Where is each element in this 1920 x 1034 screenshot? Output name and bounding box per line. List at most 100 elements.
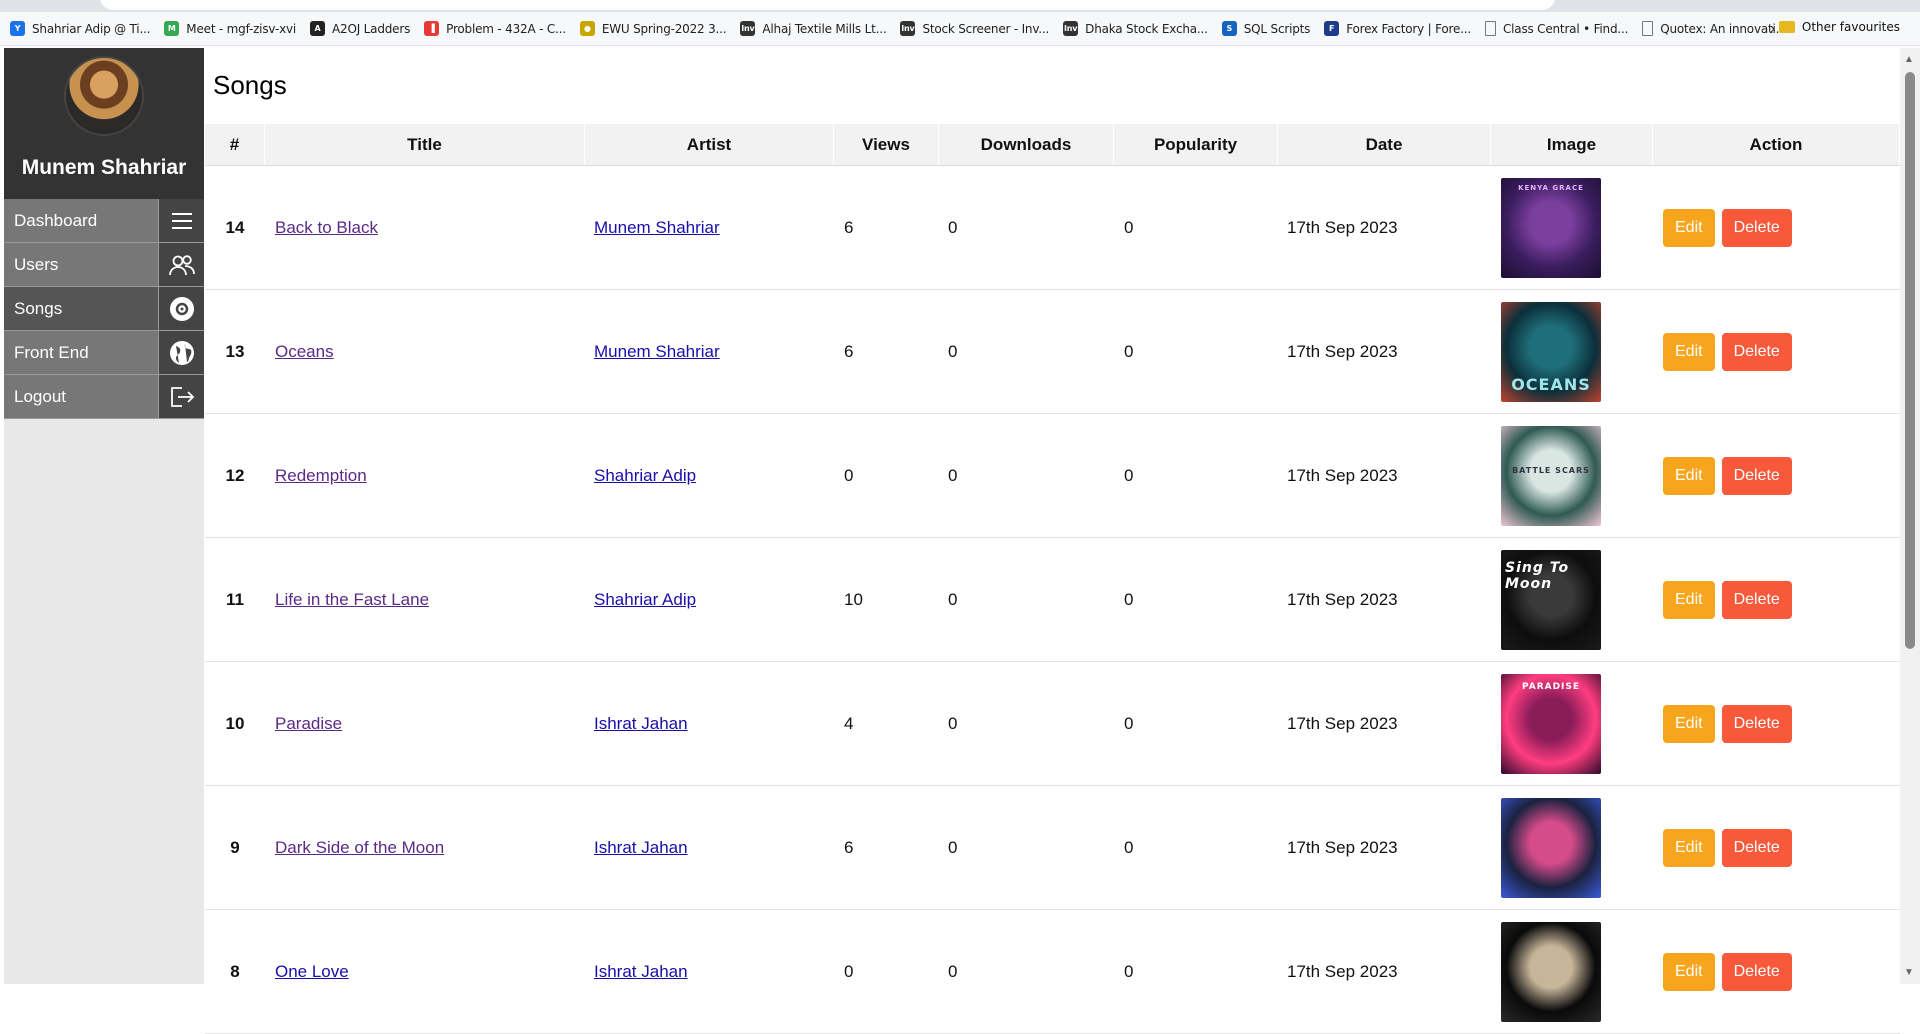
song-title-link[interactable]: Life in the Fast Lane xyxy=(275,590,429,610)
artist-link[interactable]: Shahriar Adip xyxy=(594,466,696,486)
column-header-image: Image xyxy=(1491,124,1653,165)
date-value: 17th Sep 2023 xyxy=(1287,713,1398,733)
bookmark-item[interactable]: S SQL Scripts xyxy=(1221,21,1310,36)
browser-top-strip xyxy=(0,0,1920,12)
delete-button[interactable]: Delete xyxy=(1721,208,1792,247)
delete-button[interactable]: Delete xyxy=(1721,952,1792,991)
row-number: 12 xyxy=(225,465,245,485)
album-cover-text: BATTLE SCARS xyxy=(1512,465,1590,475)
codeforces-icon: ▐ xyxy=(424,21,440,36)
page-title: Songs xyxy=(213,70,287,100)
forex-icon: F xyxy=(1324,21,1340,36)
album-cover-image: KENYA GRACE xyxy=(1501,177,1601,278)
artist-link[interactable]: Ishrat Jahan xyxy=(594,838,688,858)
action-cell: Edit Delete xyxy=(1653,290,1900,413)
songs-table: # Title Artist Views Downloads Popularity Date… xyxy=(205,124,1900,1034)
artist-link[interactable]: Ishrat Jahan xyxy=(594,962,688,982)
views-value: 10 xyxy=(844,589,863,609)
bookmark-item[interactable]: Inv Alhaj Textile Mills Lt... xyxy=(740,21,887,36)
album-cover-text: PARADISE xyxy=(1521,681,1581,692)
song-title-link[interactable]: Dark Side of the Moon xyxy=(275,838,444,858)
edit-button[interactable]: Edit xyxy=(1663,580,1715,619)
edit-button[interactable]: Edit xyxy=(1663,828,1715,867)
bookmark-item[interactable]: Class Central • Find... xyxy=(1484,21,1629,36)
column-header-date: Date xyxy=(1278,124,1491,165)
bookmark-label: Alhaj Textile Mills Lt... xyxy=(762,21,887,36)
image-cell xyxy=(1491,786,1653,909)
artist-link[interactable]: Munem Shahriar xyxy=(594,342,720,362)
song-title-link[interactable]: Redemption xyxy=(275,466,367,486)
song-title-link[interactable]: Oceans xyxy=(275,342,334,362)
bookmark-item[interactable]: M Meet - mgf-zisv-xvi xyxy=(164,21,296,36)
sidebar-item-logout[interactable]: Logout xyxy=(4,375,204,419)
image-cell: KENYA GRACE xyxy=(1491,166,1653,289)
edit-button[interactable]: Edit xyxy=(1663,952,1715,991)
bookmark-item[interactable]: Quotex: An innovati... xyxy=(1642,21,1787,36)
address-bar[interactable] xyxy=(100,0,1555,10)
bookmark-item[interactable]: A A2OJ Ladders xyxy=(310,21,410,36)
other-favourites-label: Other favourites xyxy=(1801,20,1900,34)
delete-button[interactable]: Delete xyxy=(1721,828,1792,867)
column-header-title: Title xyxy=(265,124,585,165)
bookmark-item[interactable]: F Forex Factory | Fore... xyxy=(1324,21,1471,36)
artist-link[interactable]: Ishrat Jahan xyxy=(594,714,688,734)
image-cell: Sing To Moon xyxy=(1491,538,1653,661)
image-cell: PARADISE xyxy=(1491,662,1653,785)
album-cover-text: Sing To Moon xyxy=(1505,559,1570,592)
album-cover-image: OCEANS xyxy=(1501,301,1601,402)
title-cell: Paradise xyxy=(265,662,585,785)
artist-cell: Munem Shahriar xyxy=(585,166,834,289)
users-icon xyxy=(158,243,204,286)
delete-button[interactable]: Delete xyxy=(1721,332,1792,371)
edit-button[interactable]: Edit xyxy=(1663,208,1715,247)
sidebar-item-users[interactable]: Users xyxy=(4,243,204,287)
downloads-value: 0 xyxy=(948,341,958,361)
bookmark-item[interactable]: Y Shahriar Adip @ Ti... xyxy=(10,21,150,36)
action-cell: Edit Delete xyxy=(1653,414,1900,537)
delete-button[interactable]: Delete xyxy=(1721,456,1792,495)
song-title-link[interactable]: Back to Black xyxy=(275,218,378,238)
sidebar-item-front-end[interactable]: Front End xyxy=(4,331,204,375)
row-number: 14 xyxy=(225,217,245,237)
column-header-action: Action xyxy=(1653,124,1900,165)
artist-link[interactable]: Shahriar Adip xyxy=(594,590,696,610)
bookmark-item[interactable]: ▐ Problem - 432A - C... xyxy=(424,21,566,36)
profile-icon: Y xyxy=(10,21,25,36)
song-title-link[interactable]: One Love xyxy=(275,962,349,982)
edit-button[interactable]: Edit xyxy=(1663,456,1715,495)
sidebar-item-dashboard[interactable]: Dashboard xyxy=(4,199,204,243)
vertical-scrollbar[interactable]: ▲ ▼ xyxy=(1900,48,1920,984)
delete-button[interactable]: Delete xyxy=(1721,580,1792,619)
image-cell: OCEANS xyxy=(1491,290,1653,413)
scroll-down-icon[interactable]: ▼ xyxy=(1904,967,1914,978)
scroll-up-icon[interactable]: ▲ xyxy=(1904,54,1914,65)
title-cell: Life in the Fast Lane xyxy=(265,538,585,661)
page-icon xyxy=(1642,21,1654,36)
chevron-right-icon[interactable]: › xyxy=(1770,20,1775,37)
bookmark-label: Class Central • Find... xyxy=(1502,21,1629,36)
scrollbar-thumb[interactable] xyxy=(1905,72,1915,649)
investing-icon: Inv xyxy=(740,21,756,36)
artist-link[interactable]: Munem Shahriar xyxy=(594,218,720,238)
sidebar-item-songs[interactable]: Songs xyxy=(4,287,204,331)
bookmark-item[interactable]: Inv Dhaka Stock Excha... xyxy=(1063,21,1208,36)
edit-button[interactable]: Edit xyxy=(1663,704,1715,743)
bookmark-label: A2OJ Ladders xyxy=(332,21,411,36)
edit-button[interactable]: Edit xyxy=(1663,332,1715,371)
views-value: 0 xyxy=(844,961,854,981)
sql-icon: S xyxy=(1221,21,1237,36)
column-header-number: # xyxy=(205,124,265,165)
bookmark-item[interactable]: Inv Stock Screener - Inv... xyxy=(900,21,1049,36)
bookmark-item[interactable]: ● EWU Spring-2022 3... xyxy=(579,21,727,36)
song-title-link[interactable]: Paradise xyxy=(275,714,342,734)
album-cover-image: Sing To Moon xyxy=(1501,549,1601,650)
sidebar-nav: Dashboard Users Songs Front End Logout xyxy=(4,199,204,419)
artist-cell: Shahriar Adip xyxy=(585,414,834,537)
table-header: # Title Artist Views Downloads Popularity Date… xyxy=(205,124,1900,166)
other-favourites[interactable]: Other favourites xyxy=(1778,20,1900,34)
downloads-value: 0 xyxy=(948,589,958,609)
album-cover-text: KENYA GRACE xyxy=(1518,183,1584,192)
downloads-value: 0 xyxy=(948,961,958,981)
delete-button[interactable]: Delete xyxy=(1721,704,1792,743)
table-row: 9 Dark Side of the Moon Ishrat Jahan 6 0 0 17t… xyxy=(205,786,1900,910)
